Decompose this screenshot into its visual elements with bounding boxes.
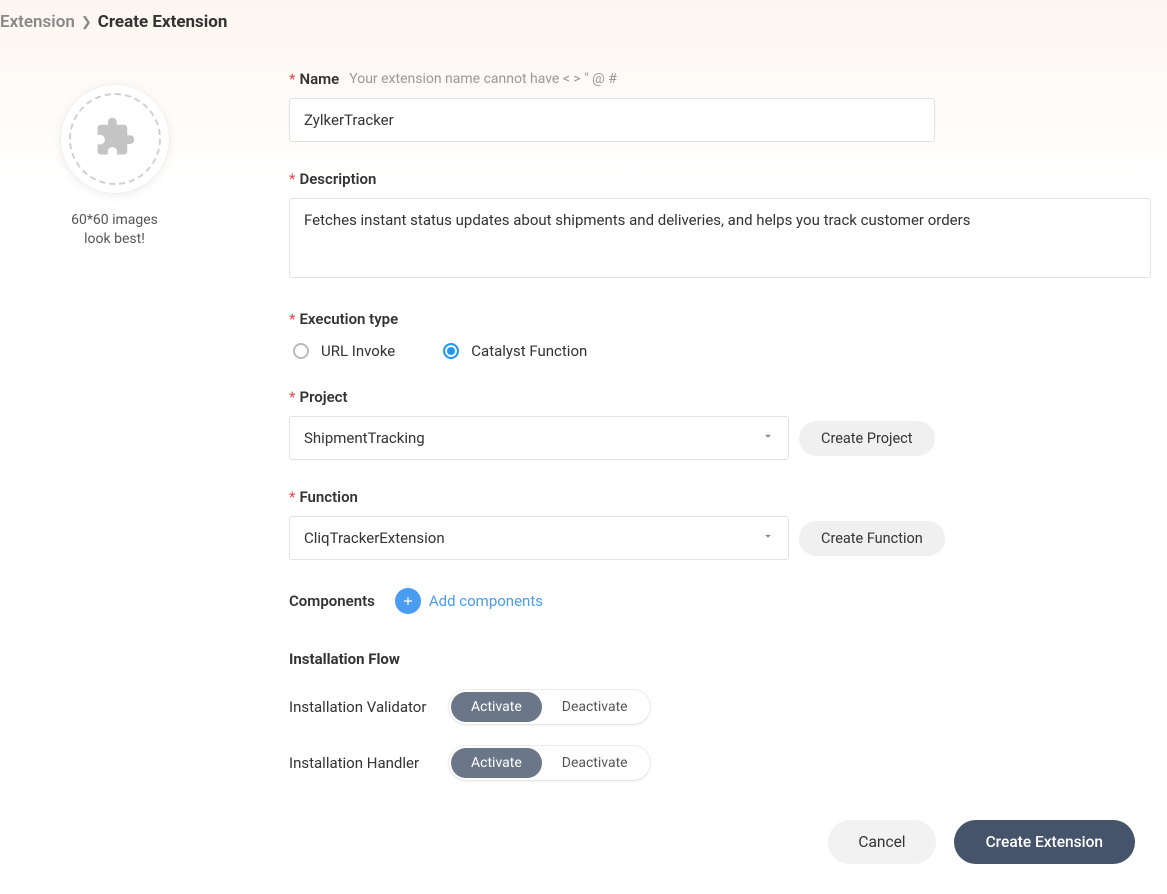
installation-handler-toggle: Activate Deactivate [449,746,650,780]
installation-handler-label: Installation Handler [289,754,449,772]
radio-url-invoke[interactable]: URL Invoke [289,342,395,360]
cancel-button[interactable]: Cancel [828,820,935,864]
validator-deactivate-button[interactable]: Deactivate [542,692,648,722]
function-label: *Function [289,488,358,506]
installation-validator-label: Installation Validator [289,698,449,716]
execution-type-label: *Execution type [289,310,398,328]
puzzle-piece-icon [94,116,136,162]
add-components-button[interactable]: Add components [395,588,543,614]
breadcrumb: Extension ❯ Create Extension [0,0,1167,40]
name-input[interactable] [289,98,935,142]
upload-hint: 60*60 images look best! [71,211,158,249]
create-function-button[interactable]: Create Function [799,521,945,556]
plus-icon [395,588,421,614]
create-extension-button[interactable]: Create Extension [954,820,1135,864]
installation-validator-toggle: Activate Deactivate [449,690,650,724]
validator-activate-button[interactable]: Activate [451,692,542,722]
project-select[interactable] [289,416,789,460]
chevron-right-icon: ❯ [81,15,92,30]
function-select[interactable] [289,516,789,560]
handler-activate-button[interactable]: Activate [451,748,542,778]
name-label: *Name Your extension name cannot have < … [289,70,617,88]
installation-flow-title: Installation Flow [289,650,1151,668]
upload-drop-circle [69,93,161,185]
create-project-button[interactable]: Create Project [799,421,935,456]
components-label: Components [289,592,375,610]
handler-deactivate-button[interactable]: Deactivate [542,748,648,778]
radio-catalyst-function[interactable]: Catalyst Function [439,342,587,360]
name-hint: Your extension name cannot have < > " @ … [349,71,617,87]
project-label: *Project [289,388,348,406]
description-input[interactable]: Fetches instant status updates about shi… [289,198,1151,278]
breadcrumb-parent[interactable]: Extension [0,12,75,32]
description-label: *Description [289,170,376,188]
extension-icon-uploader[interactable] [61,85,169,193]
breadcrumb-current: Create Extension [98,12,228,32]
